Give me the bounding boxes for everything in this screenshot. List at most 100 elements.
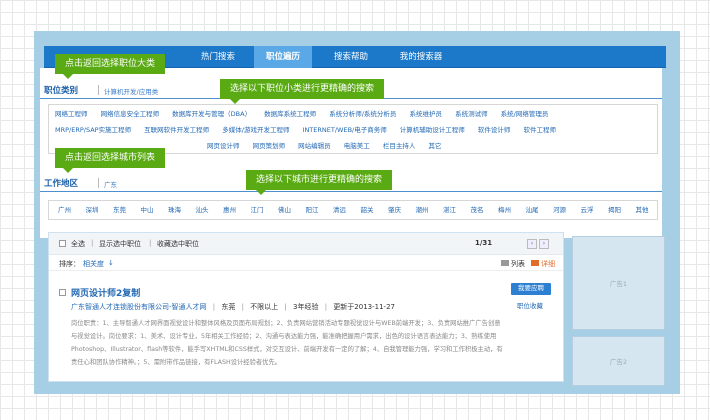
job-subcategory-row-2: MRP/ERP/SAP实施工程师 互联网软件开发工程师 多媒体/游戏开发工程师 …: [55, 122, 567, 138]
job-link[interactable]: 电脑美工: [344, 138, 370, 154]
tip-city-select: 选择以下城市进行更精确的搜索: [246, 170, 393, 195]
job-link[interactable]: INTERNET/WEB/电子商务师: [303, 122, 387, 138]
job-category-title[interactable]: 职位类别: [44, 84, 78, 96]
job-link[interactable]: 栏目主持人: [383, 138, 416, 154]
sort-relevance[interactable]: 相关度: [83, 259, 104, 269]
job-link[interactable]: 网页策划师: [253, 138, 286, 154]
show-selected-link[interactable]: 显示选中职位: [99, 239, 141, 249]
chevron-left-icon: ‹: [530, 240, 534, 247]
company-link[interactable]: 广东智通人才连锁股份有限公司-智通人才网: [71, 303, 207, 311]
tab-job-browse[interactable]: 职位遍历: [254, 46, 312, 68]
city-link[interactable]: 肇庆: [388, 201, 401, 219]
city-link[interactable]: 广州: [58, 201, 71, 219]
city-link[interactable]: 阳江: [306, 201, 319, 219]
sort-down-icon: ↓: [108, 259, 114, 267]
city-link[interactable]: 湛江: [443, 201, 456, 219]
save-job-link[interactable]: 职位收藏: [517, 300, 543, 310]
tip-city-list: 点击返回选择城市列表: [55, 148, 166, 173]
separator: |: [212, 303, 216, 311]
city-link[interactable]: 汕头: [196, 201, 209, 219]
job-link[interactable]: 数据库系统工程师: [264, 106, 316, 122]
city-link[interactable]: 惠州: [223, 201, 236, 219]
ad-slot-1[interactable]: 广告1: [572, 236, 665, 330]
sort-bar: 排序： 相关度 ↓ 列表 详细: [49, 255, 563, 271]
city-current[interactable]: 广东: [104, 179, 117, 189]
detail-view-icon[interactable]: [531, 260, 539, 266]
tab-search-help[interactable]: 搜索帮助: [324, 46, 378, 68]
city-title[interactable]: 工作地区: [44, 177, 78, 189]
chevron-right-icon: ›: [542, 240, 546, 247]
city-link[interactable]: 河源: [553, 201, 566, 219]
city-link[interactable]: 茂名: [471, 201, 484, 219]
city-link[interactable]: 珠海: [168, 201, 181, 219]
job-link[interactable]: 网络信息安全工程师: [101, 106, 160, 122]
separator: |: [241, 303, 244, 311]
job-link[interactable]: 网络工程师: [55, 106, 88, 122]
job-subcategory-box: 网络工程师 网络信息安全工程师 数据库开发与管理（DBA） 数据库系统工程师 系…: [48, 104, 658, 154]
job-checkbox[interactable]: [59, 289, 66, 296]
job-meta: 广东智通人才连锁股份有限公司-智通人才网 | 东莞 | 不限以上 | 3年经验 …: [71, 302, 395, 312]
job-link[interactable]: 多媒体/游戏开发工程师: [222, 122, 289, 138]
job-salary: 不限以上: [250, 303, 279, 311]
city-link[interactable]: 清远: [333, 201, 346, 219]
separator: |: [149, 239, 152, 247]
job-title-link[interactable]: 网页设计师2复制: [71, 286, 140, 299]
city-link[interactable]: 江门: [251, 201, 264, 219]
job-link[interactable]: 系统/网络管理员: [501, 106, 549, 122]
job-link[interactable]: 网站编辑员: [298, 138, 331, 154]
divider: [98, 178, 99, 188]
job-link[interactable]: 其它: [428, 138, 441, 154]
city-link[interactable]: 韶关: [361, 201, 374, 219]
city-link[interactable]: 潮州: [416, 201, 429, 219]
tab-hot-search[interactable]: 热门搜索: [194, 46, 242, 68]
job-updated: 更新于2013-11-27: [333, 303, 395, 311]
job-description: 岗位职责：1、主导智通人才网界面视觉设计和整体风格及页面布局规划；2、负责网站营…: [71, 320, 503, 366]
city-link[interactable]: 其他: [636, 201, 649, 219]
page-indicator: 1/31: [475, 239, 493, 247]
apply-button[interactable]: 我要应聘: [511, 283, 551, 295]
city-link[interactable]: 深圳: [86, 201, 99, 219]
city-link[interactable]: 云浮: [581, 201, 594, 219]
sort-label: 排序：: [59, 260, 80, 268]
job-link[interactable]: 互联网软件开发工程师: [144, 122, 209, 138]
results-toolbar: 全选 | 显示选中职位 | 收藏选中职位 1/31 ‹ ›: [49, 233, 563, 255]
tip-job-subcategory: 选择以下职位小类进行更精确的搜索: [220, 79, 385, 104]
city-link[interactable]: 东莞: [113, 201, 126, 219]
list-view-label[interactable]: 列表: [511, 259, 525, 269]
ad-slot-2[interactable]: 广告2: [572, 336, 665, 386]
job-location: 东莞: [221, 303, 236, 311]
tip-job-category: 点击返回选择职位大类: [55, 54, 166, 79]
job-subcategory-row-1: 网络工程师 网络信息安全工程师 数据库开发与管理（DBA） 数据库系统工程师 系…: [55, 106, 559, 122]
separator: |: [324, 303, 328, 311]
save-selected-link[interactable]: 收藏选中职位: [157, 239, 199, 249]
city-list: 广州 深圳 东莞 中山 珠海 汕头 惠州 江门 佛山 阳江 清远 韶关 肇庆 潮州 湛江 茂名 梅州 汕尾 河源 云浮…: [48, 200, 658, 220]
results-panel: 全选 | 显示选中职位 | 收藏选中职位 1/31 ‹ › 排序： 相关度 ↓ …: [48, 232, 564, 382]
select-all-checkbox[interactable]: [59, 240, 66, 247]
list-view-icon[interactable]: [501, 260, 509, 266]
job-link[interactable]: 网页设计师: [207, 138, 240, 154]
divider: [98, 85, 99, 95]
job-link[interactable]: MRP/ERP/SAP实施工程师: [55, 122, 131, 138]
next-page-button[interactable]: ›: [539, 239, 549, 249]
job-link[interactable]: 系统分析师/系统分析员: [329, 106, 396, 122]
detail-view-label[interactable]: 详细: [541, 259, 555, 269]
tab-my-searcher[interactable]: 我的搜索器: [390, 46, 452, 68]
separator: |: [91, 239, 94, 247]
job-link[interactable]: 软件设计师: [478, 122, 511, 138]
city-link[interactable]: 揭阳: [608, 201, 621, 219]
job-link[interactable]: 软件工程师: [523, 122, 556, 138]
city-link[interactable]: 汕尾: [526, 201, 539, 219]
select-all-label[interactable]: 全选: [71, 239, 85, 249]
job-subcategory-row-3: 网页设计师 网页策划师 网站编辑员 电脑美工 栏目主持人 其它: [207, 138, 452, 154]
prev-page-button[interactable]: ‹: [527, 239, 537, 249]
separator: |: [284, 303, 287, 311]
job-link[interactable]: 系统维护员: [410, 106, 443, 122]
job-category-current[interactable]: 计算机开发/应用类: [104, 86, 158, 96]
city-link[interactable]: 佛山: [278, 201, 291, 219]
job-link[interactable]: 数据库开发与管理（DBA）: [172, 106, 251, 122]
job-experience: 3年经验: [293, 303, 319, 311]
city-link[interactable]: 梅州: [498, 201, 511, 219]
job-link[interactable]: 计算机辅助设计工程师: [400, 122, 465, 138]
job-link[interactable]: 系统测试师: [455, 106, 488, 122]
city-link[interactable]: 中山: [141, 201, 154, 219]
